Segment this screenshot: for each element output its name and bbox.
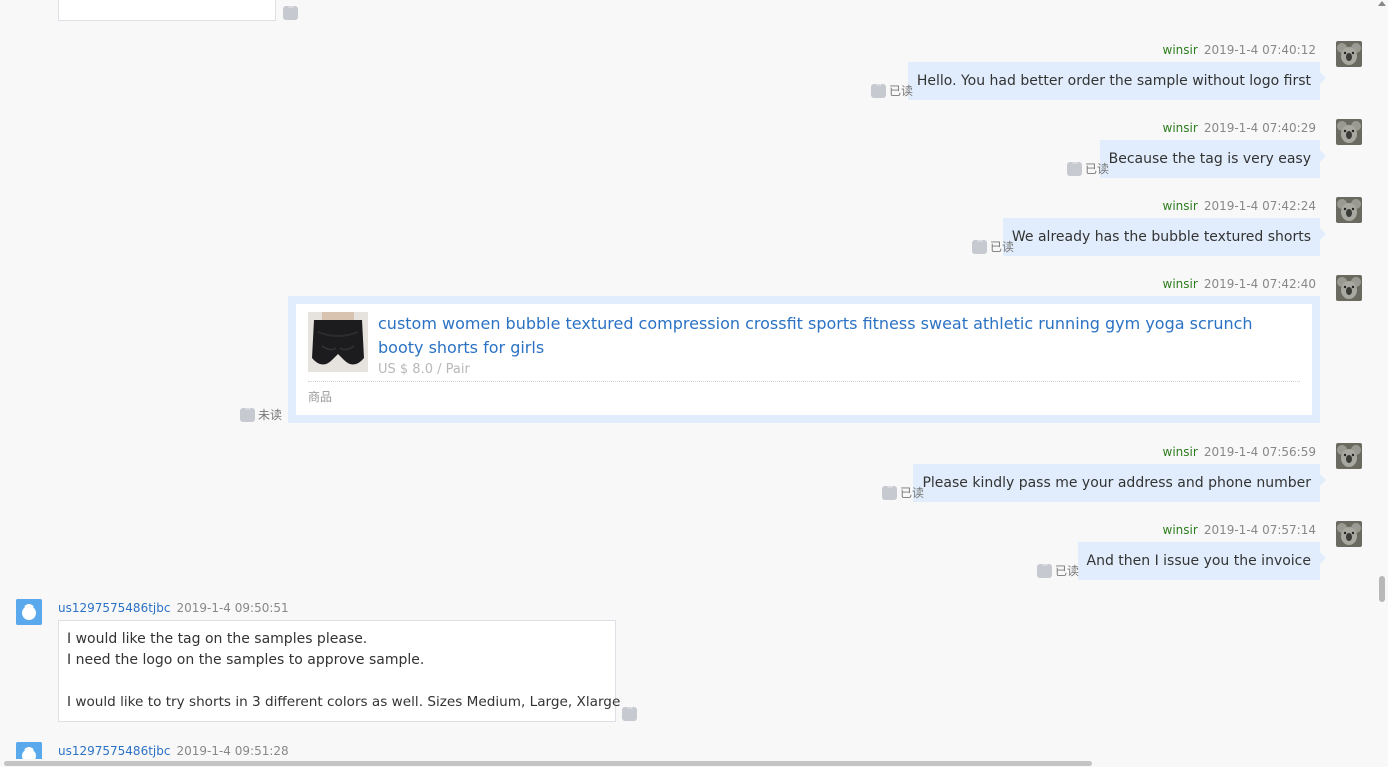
read-status: 已读 (889, 84, 914, 98)
more-options-button[interactable] (240, 405, 255, 422)
sender-name[interactable]: winsir (1163, 523, 1198, 537)
message-meta: winsir 2019-1-4 07:40:12 (1163, 43, 1316, 57)
more-options-button[interactable] (871, 81, 886, 98)
message-time: 2019-1-4 07:42:40 (1203, 277, 1316, 291)
more-options-button[interactable] (622, 704, 637, 721)
sender-name[interactable]: winsir (1163, 199, 1198, 213)
message-time: 2019-1-4 07:40:29 (1203, 121, 1316, 135)
message-line: I need the logo on the samples to approv… (67, 652, 425, 668)
horizontal-scrollbar[interactable] (0, 759, 1376, 767)
message-bubble: Because the tag is very easy (1099, 140, 1327, 178)
message-line: I would like the tag on the samples plea… (67, 631, 368, 647)
message-bubble: And then I issue you the invoice (1077, 542, 1326, 580)
message-time: 2019-1-4 07:56:59 (1203, 445, 1316, 459)
read-status: 已读 (1085, 162, 1110, 176)
vertical-scrollbar[interactable] (1376, 0, 1388, 767)
seller-avatar[interactable] (1336, 119, 1362, 145)
sender-name[interactable]: winsir (1163, 277, 1198, 291)
message-bubble: I would like the tag on the samples plea… (58, 620, 621, 722)
message-meta: us1297575486tjbc 2019-1-4 09:51:28 (58, 744, 289, 758)
read-status: 未读 (258, 408, 283, 422)
seller-avatar[interactable] (1336, 197, 1362, 223)
product-price: US $ 8.0 / Pair (378, 362, 470, 377)
message-bubble: We already has the bubble textured short… (1002, 218, 1327, 256)
message-bubble: Please kindly pass me your address and p… (913, 464, 1326, 502)
more-options-button[interactable] (1067, 159, 1082, 176)
message-time: 2019-1-4 07:57:14 (1203, 523, 1316, 537)
scrollbar-thumb[interactable] (4, 761, 1092, 766)
product-title-link[interactable]: custom women bubble textured compression… (378, 312, 1272, 360)
seller-avatar[interactable] (1336, 443, 1362, 469)
more-options-button[interactable] (972, 237, 987, 254)
more-options-button[interactable] (1037, 561, 1052, 578)
message-time: 2019-1-4 07:42:24 (1203, 199, 1316, 213)
scrollbar-thumb[interactable] (1379, 576, 1385, 602)
message-time: 2019-1-4 09:50:51 (176, 601, 289, 615)
product-type-label: 商品 (308, 390, 333, 404)
buyer-avatar[interactable] (16, 599, 42, 625)
sender-name[interactable]: us1297575486tjbc (58, 744, 170, 758)
divider (308, 381, 1300, 382)
message-bubble: Hello. You had better order the sample w… (907, 62, 1327, 100)
message-meta: winsir 2019-1-4 07:42:24 (1163, 199, 1316, 213)
product-card[interactable]: custom women bubble textured compression… (296, 304, 1312, 415)
scroll-up-arrow-icon[interactable] (1378, 1, 1386, 6)
sender-name[interactable]: winsir (1163, 121, 1198, 135)
seller-avatar[interactable] (1336, 521, 1362, 547)
message-meta: winsir 2019-1-4 07:42:40 (1163, 277, 1316, 291)
product-message-bubble: custom women bubble textured compression… (288, 296, 1320, 423)
chat-window: winsir 2019-1-4 07:40:12 Hello. You had b… (0, 0, 1388, 767)
sender-name[interactable]: winsir (1163, 43, 1198, 57)
seller-avatar[interactable] (1336, 41, 1362, 67)
message-meta: winsir 2019-1-4 07:40:29 (1163, 121, 1316, 135)
read-status: 已读 (990, 240, 1015, 254)
message-time: 2019-1-4 07:40:12 (1203, 43, 1316, 57)
message-line: I would like to try shorts in 3 differen… (67, 694, 621, 710)
previous-message-bubble (58, 0, 276, 21)
read-status: 已读 (900, 486, 925, 500)
seller-avatar[interactable] (1336, 275, 1362, 301)
more-options-button[interactable] (283, 3, 298, 20)
message-time: 2019-1-4 09:51:28 (176, 744, 289, 758)
message-meta: winsir 2019-1-4 07:57:14 (1163, 523, 1316, 537)
message-meta: us1297575486tjbc 2019-1-4 09:50:51 (58, 601, 289, 615)
product-thumbnail[interactable] (308, 312, 368, 372)
message-meta: winsir 2019-1-4 07:56:59 (1163, 445, 1316, 459)
sender-name[interactable]: us1297575486tjbc (58, 601, 170, 615)
more-options-button[interactable] (882, 483, 897, 500)
read-status: 已读 (1055, 564, 1080, 578)
sender-name[interactable]: winsir (1163, 445, 1198, 459)
